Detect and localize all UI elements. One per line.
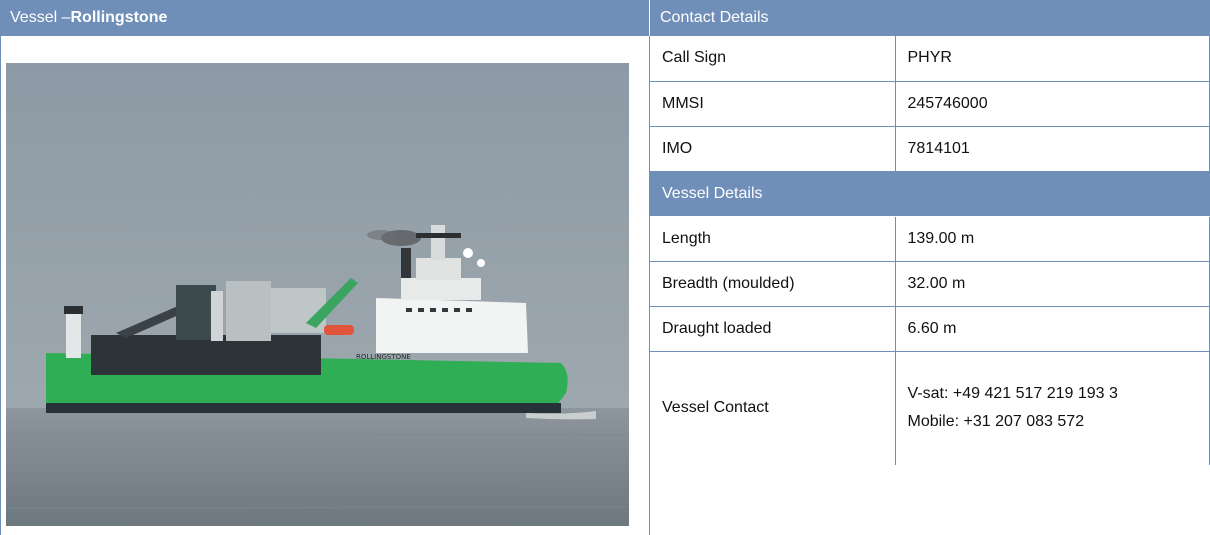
table-row: Call Sign PHYR — [650, 36, 1210, 82]
vessel-details-header-row: Vessel Details — [650, 171, 1210, 217]
mmsi-value: 245746000 — [895, 81, 1210, 127]
vessel-header-prefix: Vessel – — [10, 9, 71, 26]
contact-details-header: Contact Details — [650, 0, 1210, 36]
draught-value: 6.60 m — [895, 306, 1210, 352]
draught-label: Draught loaded — [650, 306, 896, 352]
left-border — [0, 36, 1, 535]
table-row: Breadth (moulded) 32.00 m — [650, 261, 1210, 307]
details-table: Call Sign PHYR MMSI 245746000 IMO 781410… — [650, 36, 1210, 465]
vessel-contact-row: Vessel Contact V-sat: +49 421 517 219 19… — [650, 351, 1210, 465]
mmsi-label: MMSI — [650, 81, 896, 127]
table-row: Length 139.00 m — [650, 216, 1210, 262]
vessel-sheet: Vessel – Rollingstone Contact Details RO… — [0, 0, 1210, 535]
vessel-contact-label: Vessel Contact — [650, 351, 896, 465]
call-sign-label: Call Sign — [650, 36, 896, 82]
hull-name-text: ROLLINGSTONE — [356, 353, 411, 361]
imo-label: IMO — [650, 126, 896, 172]
contact-details-title: Contact Details — [660, 9, 769, 26]
length-label: Length — [650, 216, 896, 262]
table-row: IMO 7814101 — [650, 126, 1210, 172]
vessel-photo: ROLLINGSTONE — [6, 63, 629, 526]
breadth-label: Breadth (moulded) — [650, 261, 896, 307]
breadth-value: 32.00 m — [895, 261, 1210, 307]
vsat-number: V-sat: +49 421 517 219 193 3 — [907, 385, 1118, 403]
imo-value: 7814101 — [895, 126, 1210, 172]
call-sign-value: PHYR — [895, 36, 1210, 82]
mobile-number: Mobile: +31 207 083 572 — [907, 413, 1085, 431]
vessel-header: Vessel – Rollingstone — [0, 0, 649, 36]
vessel-contact-value: V-sat: +49 421 517 219 193 3 Mobile: +31… — [895, 351, 1210, 465]
table-row: MMSI 245746000 — [650, 81, 1210, 127]
length-value: 139.00 m — [895, 216, 1210, 262]
table-row: Draught loaded 6.60 m — [650, 306, 1210, 352]
vessel-name: Rollingstone — [70, 9, 168, 26]
vessel-details-title: Vessel Details — [650, 171, 1210, 217]
